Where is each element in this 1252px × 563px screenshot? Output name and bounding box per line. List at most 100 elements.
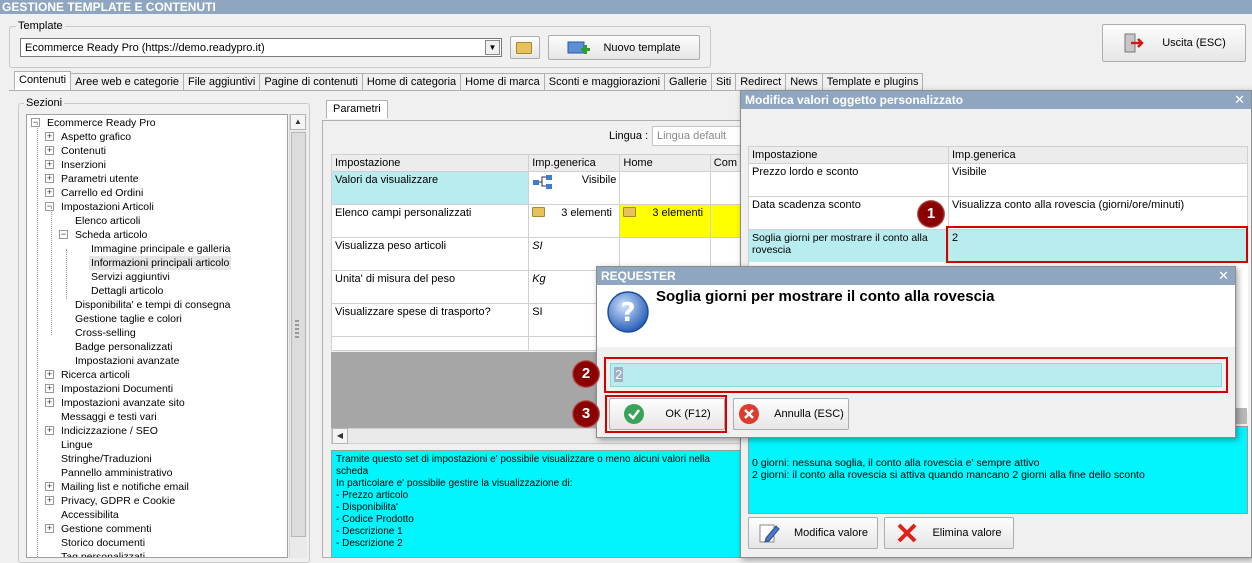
tree-node[interactable]: Gestione taglie e colori: [73, 312, 184, 326]
tab-redirect[interactable]: Redirect: [735, 73, 787, 90]
tab-file-aggiuntivi[interactable]: File aggiuntivi: [183, 73, 261, 90]
expand-icon[interactable]: +: [45, 132, 54, 141]
tree-node[interactable]: Pannello amministrativo: [59, 466, 174, 480]
new-template-button[interactable]: Nuovo template: [548, 35, 700, 60]
tree-node[interactable]: Storico documenti: [59, 536, 147, 550]
tree-node[interactable]: Servizi aggiuntivi: [89, 270, 172, 284]
language-select[interactable]: Lingua default: [652, 126, 742, 146]
modifica-row-name[interactable]: Prezzo lordo e sconto: [748, 163, 949, 197]
tab-home-di-categoria[interactable]: Home di categoria: [361, 73, 462, 90]
folder-icon: [532, 207, 546, 217]
tree-node[interactable]: Indicizzazione / SEO: [59, 424, 160, 438]
tree-line: [66, 249, 67, 299]
highlight-box-2: [604, 357, 1228, 393]
template-select-value: Ecommerce Ready Pro (https://demo.readyp…: [25, 41, 265, 54]
tree-node[interactable]: Immagine principale e galleria: [89, 242, 233, 256]
tree-node[interactable]: Scheda articolo: [73, 228, 149, 242]
tree-node[interactable]: Contenuti: [59, 144, 108, 158]
tab-siti[interactable]: Siti: [710, 73, 737, 90]
tree-node[interactable]: Cross-selling: [73, 326, 138, 340]
tree-node[interactable]: Messaggi e testi vari: [59, 410, 159, 424]
tree-node[interactable]: Parametri utente: [59, 172, 141, 186]
tree-node[interactable]: Impostazioni Articoli: [59, 200, 156, 214]
collapse-icon[interactable]: −: [59, 230, 68, 239]
tree-node[interactable]: Privacy, GDPR e Cookie: [59, 494, 177, 508]
tree-node[interactable]: Elenco articoli: [73, 214, 142, 228]
tab-sconti-e-maggiorazioni[interactable]: Sconti e maggiorazioni: [543, 73, 666, 90]
collapse-icon[interactable]: −: [45, 202, 54, 211]
exit-button[interactable]: Uscita (ESC): [1102, 24, 1246, 62]
delete-value-button[interactable]: Elimina valore: [884, 517, 1014, 549]
tree-node[interactable]: Ricerca articoli: [59, 368, 132, 382]
tab-pagine-di-contenuti[interactable]: Pagine di contenuti: [259, 73, 363, 90]
folder-icon: [623, 207, 637, 217]
param-row-name[interactable]: Visualizzare spese di trasporto?: [330, 303, 530, 337]
tree-node[interactable]: Impostazioni avanzate: [73, 354, 181, 368]
scroll-up-icon[interactable]: ▲: [290, 114, 306, 130]
tab-news[interactable]: News: [785, 73, 823, 90]
tree-node[interactable]: Stringhe/Traduzioni: [59, 452, 154, 466]
expand-icon[interactable]: +: [45, 496, 54, 505]
collapse-icon[interactable]: −: [31, 118, 40, 127]
modifica-row-value[interactable]: Visualizza conto alla rovescia (giorni/o…: [948, 196, 1248, 230]
expand-icon[interactable]: +: [45, 174, 54, 183]
param-row-home[interactable]: [619, 171, 711, 205]
tree-node[interactable]: Informazioni principali articolo: [89, 256, 232, 270]
new-template-label: Nuovo template: [603, 41, 681, 54]
cancel-label: Annulla (ESC): [774, 408, 844, 420]
close-icon[interactable]: ✕: [1234, 91, 1245, 109]
param-row-name[interactable]: Valori da visualizzare: [330, 171, 530, 205]
tree-node[interactable]: Mailing list e notifiche email: [59, 480, 191, 494]
open-folder-button[interactable]: [510, 36, 540, 59]
modifica-row-value[interactable]: Visibile: [948, 163, 1248, 197]
tree-node[interactable]: Ecommerce Ready Pro: [45, 116, 158, 130]
cancel-button[interactable]: Annulla (ESC): [733, 398, 849, 430]
tree-node[interactable]: Disponibilita' e tempi di consegna: [73, 298, 233, 312]
expand-icon[interactable]: +: [45, 370, 54, 379]
tab-home-di-marca[interactable]: Home di marca: [460, 73, 545, 90]
expand-icon[interactable]: +: [45, 146, 54, 155]
modifica-row-name[interactable]: Soglia giorni per mostrare il conto alla…: [748, 229, 949, 264]
tree-node[interactable]: Dettagli articolo: [89, 284, 165, 298]
expand-icon[interactable]: +: [45, 398, 54, 407]
tab-gallerie[interactable]: Gallerie: [664, 73, 712, 90]
tree-node[interactable]: Badge personalizzati: [73, 340, 174, 354]
expand-icon[interactable]: +: [45, 482, 54, 491]
expand-icon[interactable]: +: [45, 160, 54, 169]
expand-icon[interactable]: +: [45, 188, 54, 197]
tab-contenuti[interactable]: Contenuti: [14, 71, 72, 90]
tab-parametri[interactable]: Parametri: [326, 100, 388, 119]
tree-node[interactable]: Carrello ed Ordini: [59, 186, 145, 200]
tree-node[interactable]: Inserzioni: [59, 158, 108, 172]
close-icon[interactable]: ✕: [1218, 267, 1229, 285]
param-row-generic[interactable]: Visibile: [528, 171, 621, 205]
tree-node[interactable]: Impostazioni avanzate sito: [59, 396, 187, 410]
tree-node[interactable]: Accessibilita: [59, 508, 121, 522]
highlight-box-1: [946, 226, 1248, 263]
chevron-down-icon[interactable]: ▼: [485, 40, 500, 55]
scroll-left-icon[interactable]: ◀: [332, 428, 348, 444]
expand-icon[interactable]: +: [45, 426, 54, 435]
params-tabs: Parametri: [326, 100, 388, 119]
tree-node[interactable]: Lingue: [59, 438, 95, 452]
svg-text:?: ?: [620, 298, 635, 328]
tree-node[interactable]: Impostazioni Documenti: [59, 382, 175, 396]
tree-line: [51, 207, 52, 335]
tree-node[interactable]: Tag personalizzati: [59, 550, 147, 557]
param-row-generic[interactable]: 3 elementi: [528, 204, 621, 238]
tab-aree-web-e-categorie[interactable]: Aree web e categorie: [70, 73, 185, 90]
edit-value-button[interactable]: Modifica valore: [748, 517, 878, 549]
expand-icon[interactable]: +: [45, 524, 54, 533]
tree-node[interactable]: Gestione commenti: [59, 522, 153, 536]
param-row-name[interactable]: Visualizza peso articoli: [330, 237, 530, 271]
splitter-handle[interactable]: [295, 320, 299, 338]
tree-node[interactable]: Aspetto grafico: [59, 130, 133, 144]
highlight-box-3: [605, 395, 727, 433]
expand-icon[interactable]: +: [45, 384, 54, 393]
tab-template-e-plugins[interactable]: Template e plugins: [821, 73, 924, 90]
param-row-home[interactable]: 3 elementi: [619, 204, 711, 238]
param-row-name[interactable]: Elenco campi personalizzati: [330, 204, 530, 238]
param-row-name[interactable]: Unita' di misura del peso: [330, 270, 530, 304]
template-select[interactable]: Ecommerce Ready Pro (https://demo.readyp…: [20, 38, 502, 57]
sections-tree[interactable]: − Ecommerce Ready Pro + Aspetto grafico + Con…: [26, 114, 288, 558]
